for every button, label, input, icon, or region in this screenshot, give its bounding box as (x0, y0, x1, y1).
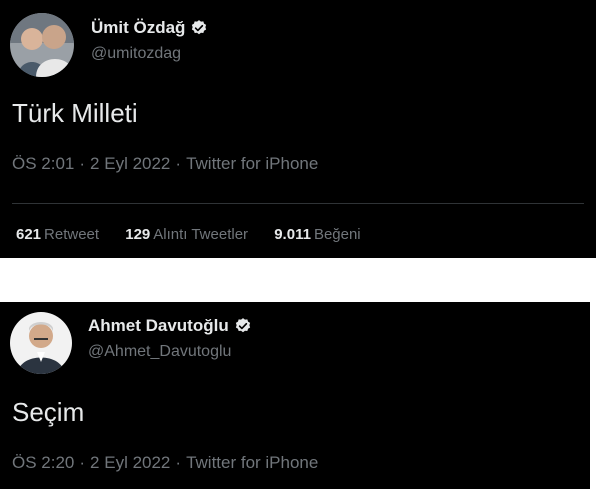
tweet-card-ahmet-davutoglu[interactable]: Ahmet Davutoğlu @Ahmet_Davutoglu Seçim Ö… (0, 302, 590, 489)
tweet-stats: 621 Retweet 129 Alıntı Tweetler 9.011 Beğen… (16, 226, 383, 243)
tweet-date[interactable]: 2 Eyl 2022 (90, 154, 170, 173)
quote-label: Alıntı Tweetler (153, 226, 249, 243)
profile-photo-icon (10, 13, 74, 77)
verified-badge-icon (192, 20, 207, 35)
meta-separator: · (79, 154, 86, 173)
tweet-time[interactable]: ÖS 2:20 (12, 453, 74, 472)
meta-separator: · (79, 453, 86, 472)
meta-separator: · (175, 453, 182, 472)
like-label: Beğeni (313, 226, 361, 243)
tweet-time[interactable]: ÖS 2:01 (12, 154, 74, 173)
quote-tweets-link[interactable]: 129 Alıntı Tweetler (125, 226, 252, 243)
tweet-date[interactable]: 2 Eyl 2022 (90, 453, 170, 472)
retweet-label: Retweet (44, 226, 100, 243)
like-count: 9.011 (274, 226, 311, 243)
tweet-card-umitozdag[interactable]: Ümit Özdağ @umitozdag Türk Milleti ÖS 2:… (0, 0, 596, 258)
divider (12, 203, 584, 204)
quote-count: 129 (125, 226, 151, 243)
tweet-source[interactable]: Twitter for iPhone (186, 453, 318, 472)
retweet-count-link[interactable]: 621 Retweet (16, 226, 103, 243)
verified-badge-icon (235, 318, 250, 333)
tweet-text: Seçim (12, 397, 85, 427)
retweet-count: 621 (16, 226, 42, 243)
tweet-meta: ÖS 2:01 · 2 Eyl 2022 · Twitter for iPhone (12, 154, 318, 174)
display-name[interactable]: Ümit Özdağ (91, 18, 185, 38)
avatar[interactable] (10, 312, 72, 374)
avatar[interactable] (10, 13, 74, 77)
profile-photo-icon (10, 312, 72, 374)
likes-link[interactable]: 9.011 Beğeni (274, 226, 360, 243)
username-handle[interactable]: @umitozdag (91, 45, 181, 63)
tweet-text: Türk Milleti (12, 98, 138, 128)
tweet-source[interactable]: Twitter for iPhone (186, 154, 318, 173)
display-name[interactable]: Ahmet Davutoğlu (88, 316, 229, 336)
username-handle[interactable]: @Ahmet_Davutoglu (88, 343, 231, 361)
tweet-meta: ÖS 2:20 · 2 Eyl 2022 · Twitter for iPhone (12, 453, 318, 473)
meta-separator: · (175, 154, 182, 173)
